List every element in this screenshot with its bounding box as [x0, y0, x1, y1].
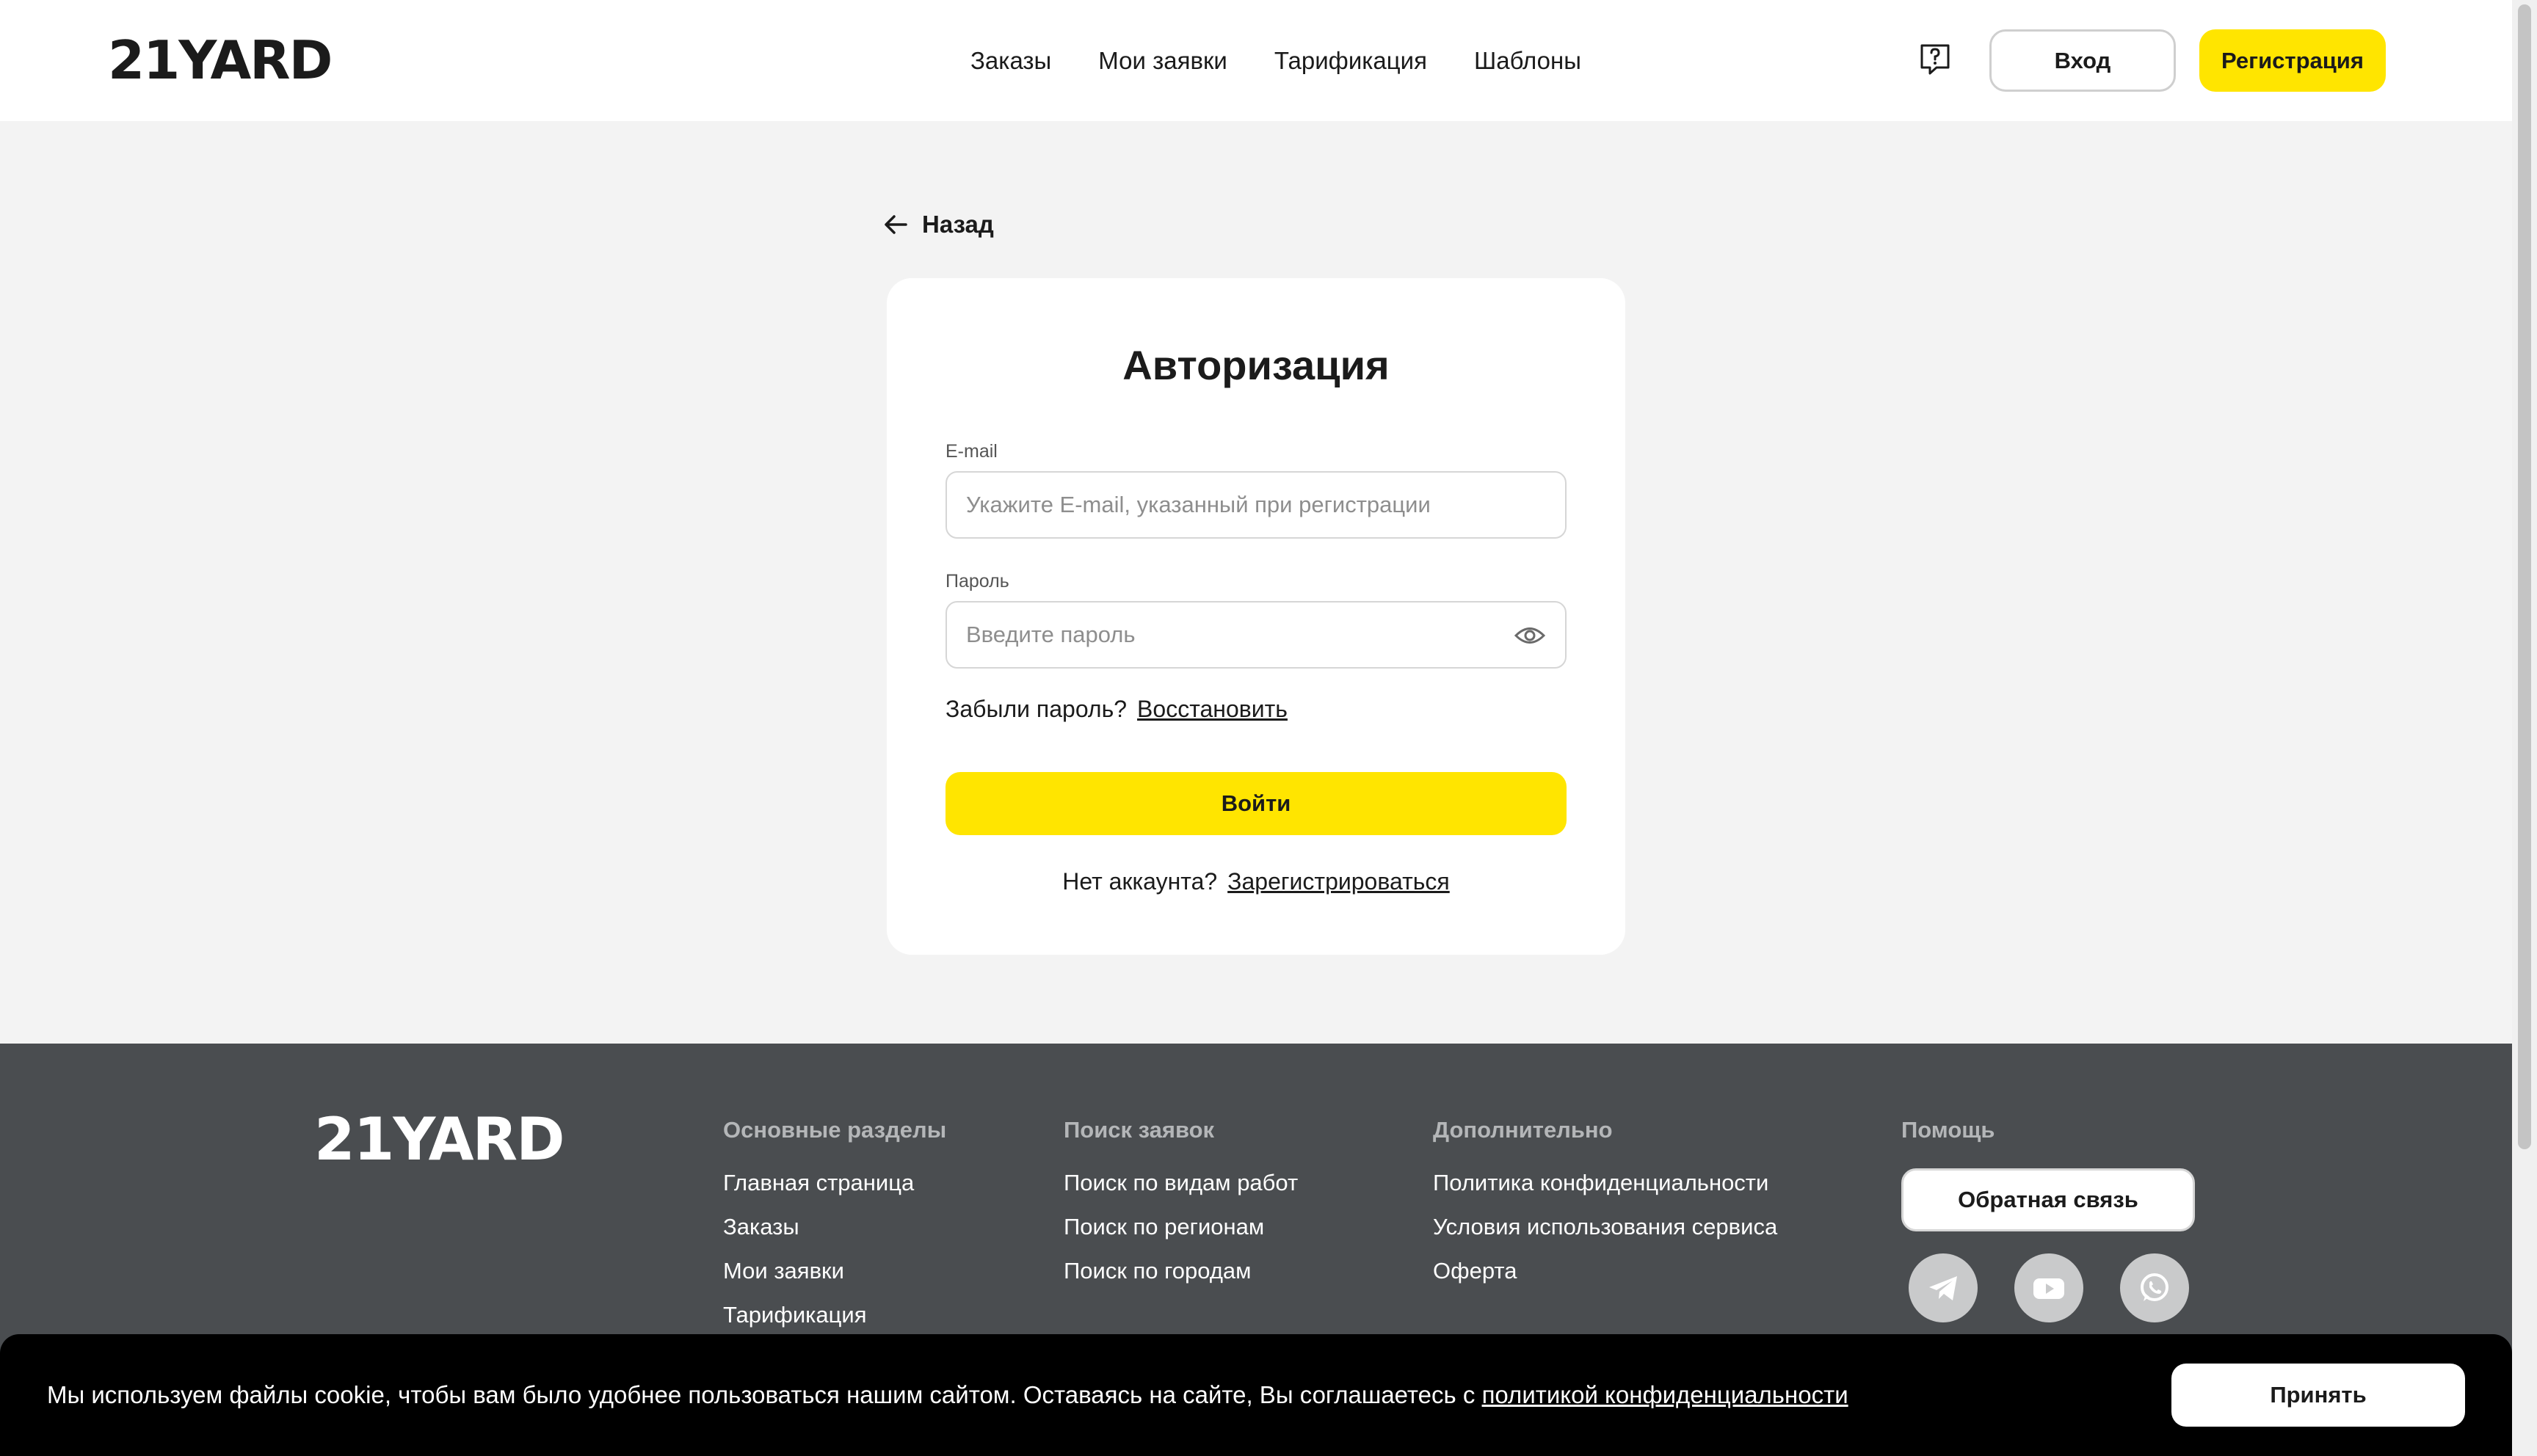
cookie-banner: Мы используем файлы cookie, чтобы вам бы… [0, 1334, 2512, 1456]
restore-password-link[interactable]: Восстановить [1137, 696, 1288, 722]
footer-link-offer[interactable]: Оферта [1433, 1256, 1777, 1286]
main-nav: Заказы Мои заявки Тарификация Шаблоны [970, 44, 1581, 77]
footer-link-orders[interactable]: Заказы [723, 1212, 946, 1242]
page-title: Авторизация [1122, 342, 1390, 388]
eye-icon[interactable] [1514, 623, 1546, 648]
footer-column-main: Основные разделы Главная страница Заказы… [723, 1115, 946, 1344]
nav-item-templates[interactable]: Шаблоны [1474, 44, 1581, 77]
password-label: Пароль [946, 571, 1009, 592]
footer-link-my-requests[interactable]: Мои заявки [723, 1256, 946, 1286]
footer-column-title: Дополнительно [1433, 1117, 1613, 1143]
cookie-message: Мы используем файлы cookie, чтобы вам бы… [47, 1378, 1848, 1412]
email-field[interactable]: Укажите E-mail, указанный при регистраци… [946, 471, 1567, 539]
auth-card: Авторизация E-mail Укажите E-mail, указа… [887, 278, 1625, 955]
telegram-icon[interactable] [1909, 1253, 1978, 1322]
cookie-text: Мы используем файлы cookie, чтобы вам бы… [47, 1381, 1482, 1408]
password-field[interactable]: Введите пароль [946, 601, 1567, 669]
footer-link-privacy[interactable]: Политика конфиденциальности [1433, 1168, 1777, 1198]
no-account-text: Нет аккаунта? [1062, 868, 1218, 895]
footer-column-title: Поиск заявок [1064, 1117, 1215, 1143]
submit-login-button[interactable]: Войти [946, 772, 1567, 835]
footer-link-home[interactable]: Главная страница [723, 1168, 946, 1198]
footer-link-by-region[interactable]: Поиск по регионам [1064, 1212, 1298, 1242]
nav-item-orders[interactable]: Заказы [970, 44, 1051, 77]
youtube-icon[interactable] [2014, 1253, 2083, 1322]
back-label: Назад [922, 211, 994, 238]
footer-column-extra: Дополнительно Политика конфиденциальност… [1433, 1115, 1777, 1300]
site-header: 21YARD Заказы Мои заявки Тарификация Шаб… [0, 0, 2512, 121]
header-logo[interactable]: 21YARD [108, 31, 333, 90]
email-label: E-mail [946, 441, 998, 462]
social-links [1909, 1253, 2195, 1322]
arrow-left-icon [885, 215, 907, 234]
forgot-password-row: Забыли пароль? Восстановить [946, 693, 1288, 725]
footer-logo[interactable]: 21YARD [314, 1107, 565, 1173]
whatsapp-icon[interactable] [2120, 1253, 2189, 1322]
footer-column-help: Помощь Обратная связь [1901, 1115, 2195, 1322]
scrollbar-thumb[interactable] [2518, 4, 2531, 1149]
accept-cookies-button[interactable]: Принять [2171, 1364, 2465, 1427]
footer-link-by-work-type[interactable]: Поиск по видам работ [1064, 1168, 1298, 1198]
register-button[interactable]: Регистрация [2199, 29, 2386, 92]
page-scrollbar[interactable] [2512, 0, 2537, 1456]
footer-column-title: Основные разделы [723, 1117, 947, 1143]
footer-link-by-city[interactable]: Поиск по городам [1064, 1256, 1298, 1286]
nav-item-my-requests[interactable]: Мои заявки [1098, 44, 1227, 77]
forgot-text: Забыли пароль? [946, 696, 1128, 722]
back-link[interactable]: Назад [884, 211, 994, 239]
signup-link[interactable]: Зарегистрироваться [1227, 868, 1450, 895]
password-placeholder: Введите пароль [966, 622, 1136, 647]
footer-link-pricing[interactable]: Тарификация [723, 1300, 946, 1330]
footer-column-search: Поиск заявок Поиск по видам работ Поиск … [1064, 1115, 1298, 1300]
feedback-button[interactable]: Обратная связь [1901, 1168, 2195, 1231]
footer-link-terms[interactable]: Условия использования сервиса [1433, 1212, 1777, 1242]
signup-row: Нет аккаунта? Зарегистрироваться [887, 865, 1625, 898]
footer-column-title: Помощь [1901, 1117, 1995, 1143]
nav-item-pricing[interactable]: Тарификация [1274, 44, 1427, 77]
privacy-policy-link[interactable]: политикой конфиденциальности [1482, 1381, 1848, 1408]
login-button[interactable]: Вход [1989, 29, 2176, 92]
help-question-icon[interactable] [1919, 43, 1951, 76]
